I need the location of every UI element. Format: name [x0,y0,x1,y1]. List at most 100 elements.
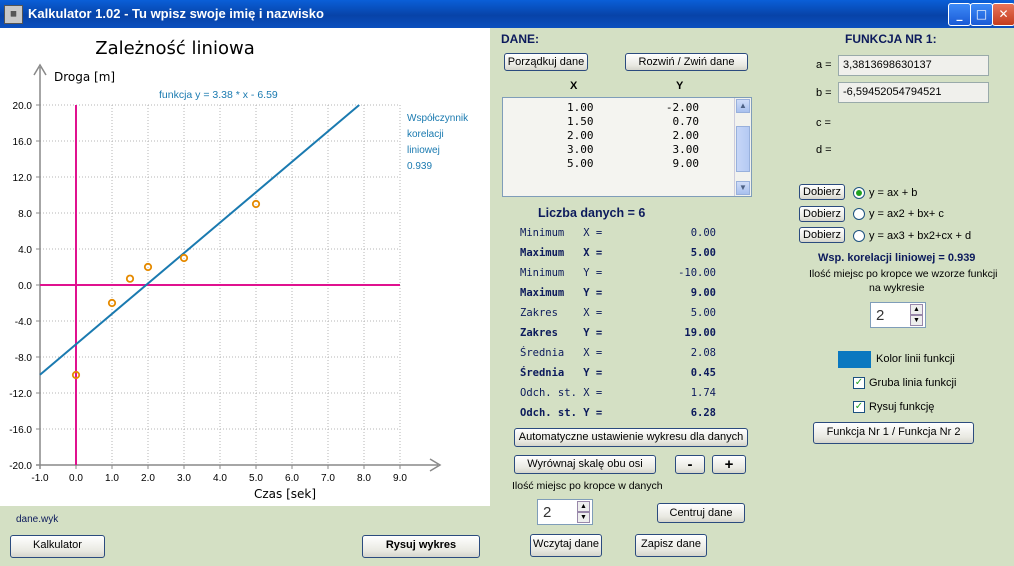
minimize-button[interactable]: _ [948,3,971,26]
data-point [125,274,135,283]
stat-value: 5.00 [690,307,716,319]
fit-quadratic-button[interactable]: Dobierz [799,206,845,222]
line-color-label: Kolor linii funkcji [876,353,955,365]
chart-title: Zależność liniowa [95,38,254,59]
data-count: Liczba danych = 6 [538,206,646,220]
data-row-x[interactable]: 1.50 [567,115,594,128]
data-list-scrollbar[interactable]: ▲ ▼ [734,98,751,196]
data-row-x[interactable]: 2.00 [567,129,594,142]
stat-label: Odch. st. Y = [520,407,603,419]
data-decimals-label: Ilość miejsc po kropce w danych [512,480,663,492]
c-label: c = [816,117,831,129]
x-tick-label: -1.0 [31,473,49,484]
function-decimals-spinner[interactable]: 2 ▲ ▼ [870,302,926,328]
center-data-button[interactable]: Centruj dane [657,503,745,523]
title-bar: ▦ Kalkulator 1.02 - Tu wpisz swoje imię … [0,0,1014,28]
data-row-y[interactable]: 3.00 [673,143,700,156]
load-data-button[interactable]: Wczytaj dane [530,534,602,557]
y-tick-label: 0.0 [18,281,32,292]
calculator-button[interactable]: Kalkulator [10,535,105,558]
close-button[interactable]: ✕ [992,3,1014,26]
a-label: a = [816,59,832,71]
x-tick-label: 9.0 [393,473,407,484]
correlation-chart-label: 0.939 [407,161,432,172]
stat-label: Maximum Y = [520,287,603,299]
data-header: DANE: [501,32,539,46]
stat-value: -10.00 [678,267,716,279]
expand-collapse-button[interactable]: Rozwiń / Zwiń dane [625,53,748,71]
thick-line-label: Gruba linia funkcji [869,377,957,389]
column-y-header: Y [676,80,684,92]
switch-function-button[interactable]: Funkcja Nr 1 / Funkcja Nr 2 [813,422,974,444]
option-linear-label: y = ax + b [869,187,918,199]
data-row-x[interactable]: 3.00 [567,143,594,156]
correlation-chart-label: Współczynnik [407,113,469,124]
spin-up-icon[interactable]: ▲ [577,501,590,512]
stat-label: Średnia Y = [520,367,603,379]
x-tick-label: 1.0 [105,473,119,484]
draw-function-checkbox[interactable]: ✓ [853,401,865,413]
y-axis-label: Droga [m] [54,70,115,84]
data-row-y[interactable]: 2.00 [673,129,700,142]
fit-cubic-button[interactable]: Dobierz [799,227,845,243]
y-tick-label: -16.0 [9,425,32,436]
data-decimals-value: 2 [543,504,552,521]
data-row-y[interactable]: -2.00 [666,101,699,114]
maximize-button[interactable]: □ [970,3,993,26]
correlation-chart-label: korelacji [407,129,444,140]
stat-value: 6.28 [690,407,716,419]
zoom-out-button[interactable]: - [675,455,705,474]
data-row-x[interactable]: 1.00 [567,101,594,114]
file-name-label: dane.wyk [16,514,59,525]
scroll-down-icon[interactable]: ▼ [736,181,750,195]
spin-down-icon[interactable]: ▼ [910,315,923,326]
auto-fit-button[interactable]: Automatyczne ustawienie wykresu dla dany… [514,428,748,447]
x-tick-label: 0.0 [69,473,83,484]
data-row-y[interactable]: 9.00 [673,157,700,170]
app-icon[interactable]: ▦ [4,5,23,24]
stat-value: 2.08 [690,347,716,359]
b-value-field[interactable]: -6,59452054794521 [838,82,989,103]
stat-label: Minimum Y = [520,267,603,279]
stat-label: Zakres X = [520,307,603,319]
spin-up-icon[interactable]: ▲ [910,304,923,315]
save-data-button[interactable]: Zapisz dane [635,534,707,557]
data-decimals-spinner[interactable]: 2 ▲ ▼ [537,499,593,525]
spin-down-icon[interactable]: ▼ [577,512,590,523]
data-row-y[interactable]: 0.70 [673,115,700,128]
zoom-in-button[interactable]: + [712,455,746,474]
radio-quadratic[interactable] [853,208,865,220]
stat-value: 19.00 [684,327,716,339]
radio-linear[interactable] [853,187,865,199]
x-tick-label: 3.0 [177,473,191,484]
data-list[interactable]: 1.00 -2.00 1.50 0.70 2.00 2.00 3.00 3.00 5.00 9.0… [502,97,752,197]
radio-cubic[interactable] [853,230,865,242]
function-header: FUNKCJA NR 1: [845,32,937,46]
stat-label: Minimum X = [520,227,603,239]
y-tick-label: 16.0 [13,137,33,148]
column-x-header: X [570,80,578,92]
thick-line-checkbox[interactable]: ✓ [853,377,865,389]
scroll-thumb[interactable] [736,126,750,172]
a-value-field[interactable]: 3,3813698630137 [838,55,989,76]
stat-value: 0.00 [690,227,716,239]
stat-value: 5.00 [690,247,716,259]
y-tick-label: 8.0 [18,209,32,220]
scroll-up-icon[interactable]: ▲ [736,99,750,113]
x-tick-label: 6.0 [285,473,299,484]
sort-data-button[interactable]: Porządkuj dane [504,53,588,71]
draw-chart-button[interactable]: Rysuj wykres [362,535,480,558]
stat-label: Średnia X = [520,347,603,359]
correlation-chart-label: liniowej [407,145,440,156]
y-tick-label: 20.0 [13,101,33,112]
y-tick-label: -12.0 [9,389,32,400]
chart-svg: -1.0 0.0 1.0 2.0 3.0 4.0 5.0 6.0 7.0 8.0 9.0 20.0 16… [9,38,469,501]
x-tick-label: 2.0 [141,473,155,484]
x-axis-label: Czas [sek] [254,487,316,501]
equalize-scale-button[interactable]: Wyrównaj skalę obu osi [514,455,656,474]
fit-linear-button[interactable]: Dobierz [799,184,845,200]
option-cubic-label: y = ax3 + bx2+cx + d [869,230,972,242]
y-tick-label: 4.0 [18,245,32,256]
data-row-x[interactable]: 5.00 [567,157,594,170]
line-color-swatch[interactable] [838,351,871,368]
